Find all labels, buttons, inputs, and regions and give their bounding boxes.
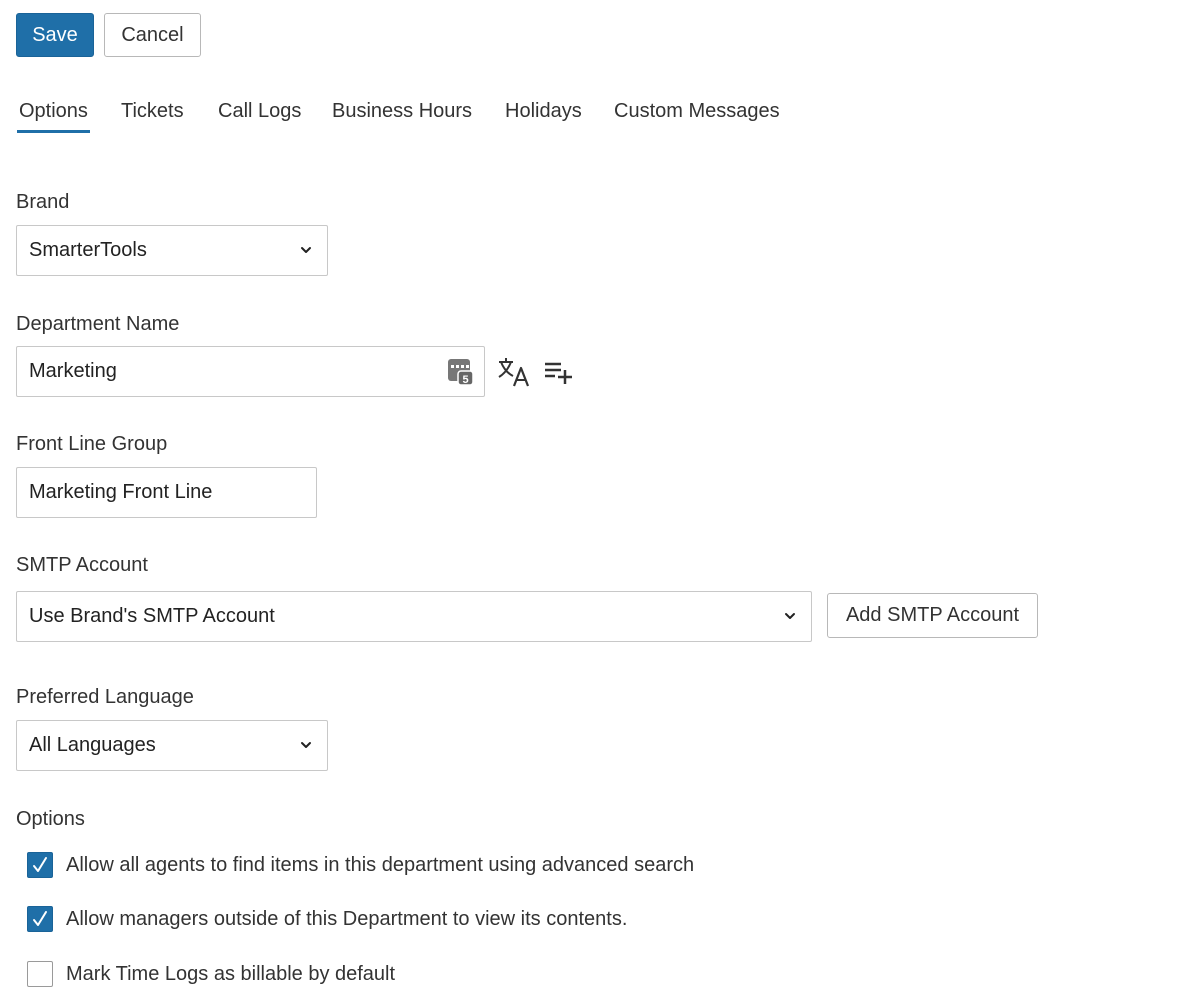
brand-select-value: SmarterTools <box>29 239 147 261</box>
preferred-language-select[interactable]: All Languages <box>16 720 328 771</box>
front-line-group-field[interactable]: Marketing Front Line <box>16 467 317 518</box>
front-line-group-label: Front Line Group <box>16 433 168 455</box>
department-name-label: Department Name <box>16 313 180 335</box>
option-label: Allow managers outside of this Departmen… <box>66 907 628 930</box>
translate-icon[interactable] <box>497 356 531 388</box>
preferred-language-label: Preferred Language <box>16 686 194 708</box>
brand-label: Brand <box>16 191 70 213</box>
checkbox-checked[interactable] <box>27 906 53 932</box>
option-managers-view[interactable]: Allow managers outside of this Departmen… <box>27 905 927 933</box>
checkmark-icon <box>33 857 47 872</box>
smtp-account-select-value: Use Brand's SMTP Account <box>29 605 275 627</box>
checkmark-icon <box>33 911 47 926</box>
preferred-language-select-value: All Languages <box>29 734 156 756</box>
cancel-button[interactable]: Cancel <box>104 13 201 57</box>
brand-select[interactable]: SmarterTools <box>16 225 328 276</box>
save-button[interactable]: Save <box>16 13 94 57</box>
tab-bar: Options Tickets Call Logs Business Hours… <box>0 96 900 136</box>
option-label: Allow all agents to find items in this d… <box>66 853 695 876</box>
department-name-field[interactable]: Marketing 5 <box>16 346 485 397</box>
options-label: Options <box>16 808 85 830</box>
chevron-down-icon <box>785 612 795 619</box>
checkbox-unchecked[interactable] <box>27 961 53 987</box>
chevron-down-icon <box>301 741 311 748</box>
department-name-value: Marketing <box>29 360 117 382</box>
tab-business-hours[interactable]: Business Hours <box>332 96 472 130</box>
add-list-icon[interactable] <box>543 358 575 386</box>
svg-text:5: 5 <box>462 374 468 386</box>
tab-tickets[interactable]: Tickets <box>121 96 184 130</box>
add-smtp-account-button[interactable]: Add SMTP Account <box>827 593 1038 638</box>
chevron-down-icon <box>301 246 311 253</box>
option-billable-time-logs[interactable]: Mark Time Logs as billable by default <box>27 960 927 988</box>
option-label: Mark Time Logs as billable by default <box>66 962 396 985</box>
tab-call-logs[interactable]: Call Logs <box>218 96 301 130</box>
tab-custom-messages[interactable]: Custom Messages <box>614 96 780 130</box>
smtp-account-label: SMTP Account <box>16 554 148 576</box>
checkbox-checked[interactable] <box>27 852 53 878</box>
tab-options[interactable]: Options <box>17 96 90 133</box>
password-manager-icon[interactable]: 5 <box>447 358 475 386</box>
option-advanced-search[interactable]: Allow all agents to find items in this d… <box>27 851 927 879</box>
front-line-group-value: Marketing Front Line <box>29 481 213 503</box>
tab-holidays[interactable]: Holidays <box>505 96 582 130</box>
smtp-account-select[interactable]: Use Brand's SMTP Account <box>16 591 812 642</box>
